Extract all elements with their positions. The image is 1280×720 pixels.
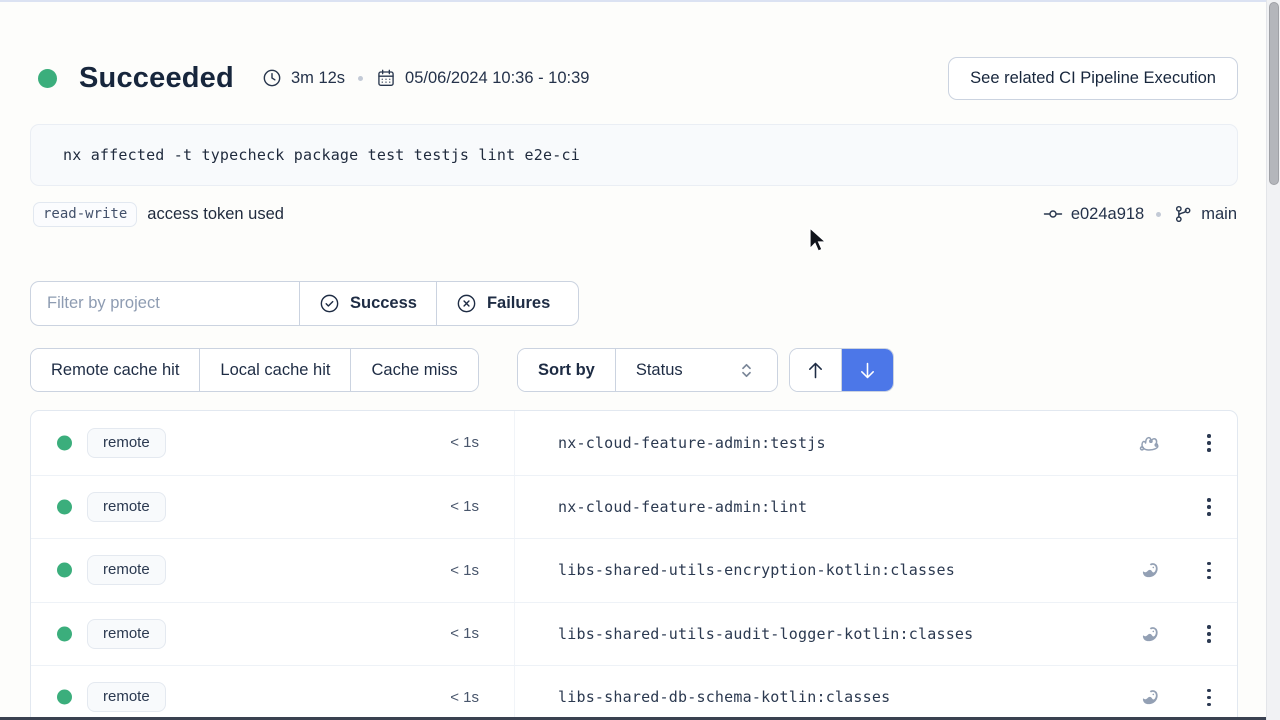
task-list: remote< 1snx-cloud-feature-admin:testjsr… [30,410,1238,720]
local-cache-hit-button[interactable]: Local cache hit [199,349,350,391]
task-status-dot [57,626,72,641]
cache-miss-button[interactable]: Cache miss [350,349,477,391]
filter-failures-button[interactable]: Failures [436,282,569,325]
task-row[interactable]: remote < 1s libs-shared-utils-encryption-k… [31,538,1237,602]
cache-filter-group: Remote cache hit Local cache hit Cache m… [30,348,479,392]
sort-direction-group [789,348,894,392]
mouse-cursor [804,226,830,256]
column-divider [514,603,515,666]
page-title: Succeeded [79,62,234,95]
arrow-up-icon [805,360,826,381]
cache-source-badge: remote [87,492,166,522]
task-menu-kebab-icon[interactable] [1194,492,1224,522]
command-block: nx affected -t typecheck package test te… [30,124,1238,186]
sort-group: Sort by Status [517,348,778,392]
chevron-updown-icon [736,360,757,381]
task-status-dot [57,499,72,514]
top-divider [0,0,1266,2]
task-name[interactable]: nx-cloud-feature-admin:lint [558,498,807,516]
task-row[interactable]: remote < 1s libs-shared-utils-audit-logger… [31,602,1237,666]
task-duration: < 1s [406,625,479,642]
run-date-range: 05/06/2024 10:36 - 10:39 [405,69,589,88]
cache-source-badge: remote [87,428,166,458]
sort-ascending-button[interactable] [790,349,841,391]
meta-separator-dot [358,76,363,81]
token-scope-badge: read-write [33,202,137,227]
gradle-icon [1137,685,1161,709]
toolbar: Remote cache hit Local cache hit Cache m… [30,348,1238,392]
access-token-row: read-write access token used [33,199,284,229]
task-menu-kebab-icon[interactable] [1194,555,1224,585]
run-status-dot [38,69,57,88]
task-duration: < 1s [406,562,479,579]
commit-sha[interactable]: e024a918 [1071,205,1144,224]
task-duration: < 1s [406,498,479,515]
filter-bar: Success Failures [30,281,579,326]
filter-success-button[interactable]: Success [299,282,436,325]
cache-source-badge: remote [87,555,166,585]
task-status-dot [57,690,72,705]
sort-select[interactable]: Status [615,349,777,391]
branch-name[interactable]: main [1201,205,1237,224]
task-name[interactable]: libs-shared-utils-audit-logger-kotlin:cl… [558,625,973,643]
x-circle-icon [456,293,477,314]
filter-failures-label: Failures [487,294,550,313]
task-name[interactable]: libs-shared-db-schema-kotlin:classes [558,688,890,706]
git-separator-dot [1156,212,1161,217]
branch-icon [1173,204,1193,224]
nx-command-text: nx affected -t typecheck package test te… [63,146,580,164]
run-duration: 3m 12s 05/06/2024 10:36 - 10:39 [262,68,590,88]
column-divider [514,476,515,539]
task-row[interactable]: remote < 1s nx-cloud-feature-admin:lint [31,475,1237,539]
sort-selected-value: Status [636,361,683,380]
task-menu-kebab-icon[interactable] [1194,682,1224,712]
task-menu-kebab-icon[interactable] [1194,619,1224,649]
filter-success-label: Success [350,294,417,313]
task-menu-kebab-icon[interactable] [1194,428,1224,458]
clock-icon [262,68,282,88]
task-duration: < 1s [406,689,479,706]
task-duration: < 1s [406,434,479,451]
run-duration-text: 3m 12s [291,69,345,88]
scrollbar-track[interactable] [1266,0,1280,720]
jest-icon [1137,431,1161,455]
scrollbar-thumb[interactable] [1269,2,1279,185]
task-status-dot [57,563,72,578]
task-row[interactable]: remote < 1s libs-shared-db-schema-kotlin:c… [31,665,1237,720]
check-circle-icon [319,293,340,314]
task-name[interactable]: libs-shared-utils-encryption-kotlin:clas… [558,561,955,579]
sort-by-label: Sort by [518,349,615,391]
related-ci-pipeline-button[interactable]: See related CI Pipeline Execution [948,57,1238,100]
sort-descending-button[interactable] [841,349,893,391]
column-divider [514,539,515,602]
remote-cache-hit-button[interactable]: Remote cache hit [31,349,199,391]
gradle-icon [1137,558,1161,582]
commit-icon [1043,204,1063,224]
gradle-icon [1137,622,1161,646]
cache-source-badge: remote [87,619,166,649]
token-text: access token used [147,205,284,224]
column-divider [514,666,515,720]
task-name[interactable]: nx-cloud-feature-admin:testjs [558,434,826,452]
filter-by-project-input[interactable] [31,282,299,325]
calendar-icon [376,68,396,88]
column-divider [514,411,515,475]
git-info: e024a918 main [1043,199,1237,229]
run-header: Succeeded 3m 12s 05/06/2024 10:36 - 10:3… [30,55,1238,101]
task-row[interactable]: remote < 1s nx-cloud-feature-admin:testjs [31,411,1237,475]
task-status-dot [57,435,72,450]
cache-source-badge: remote [87,682,166,712]
arrow-down-icon [857,360,878,381]
